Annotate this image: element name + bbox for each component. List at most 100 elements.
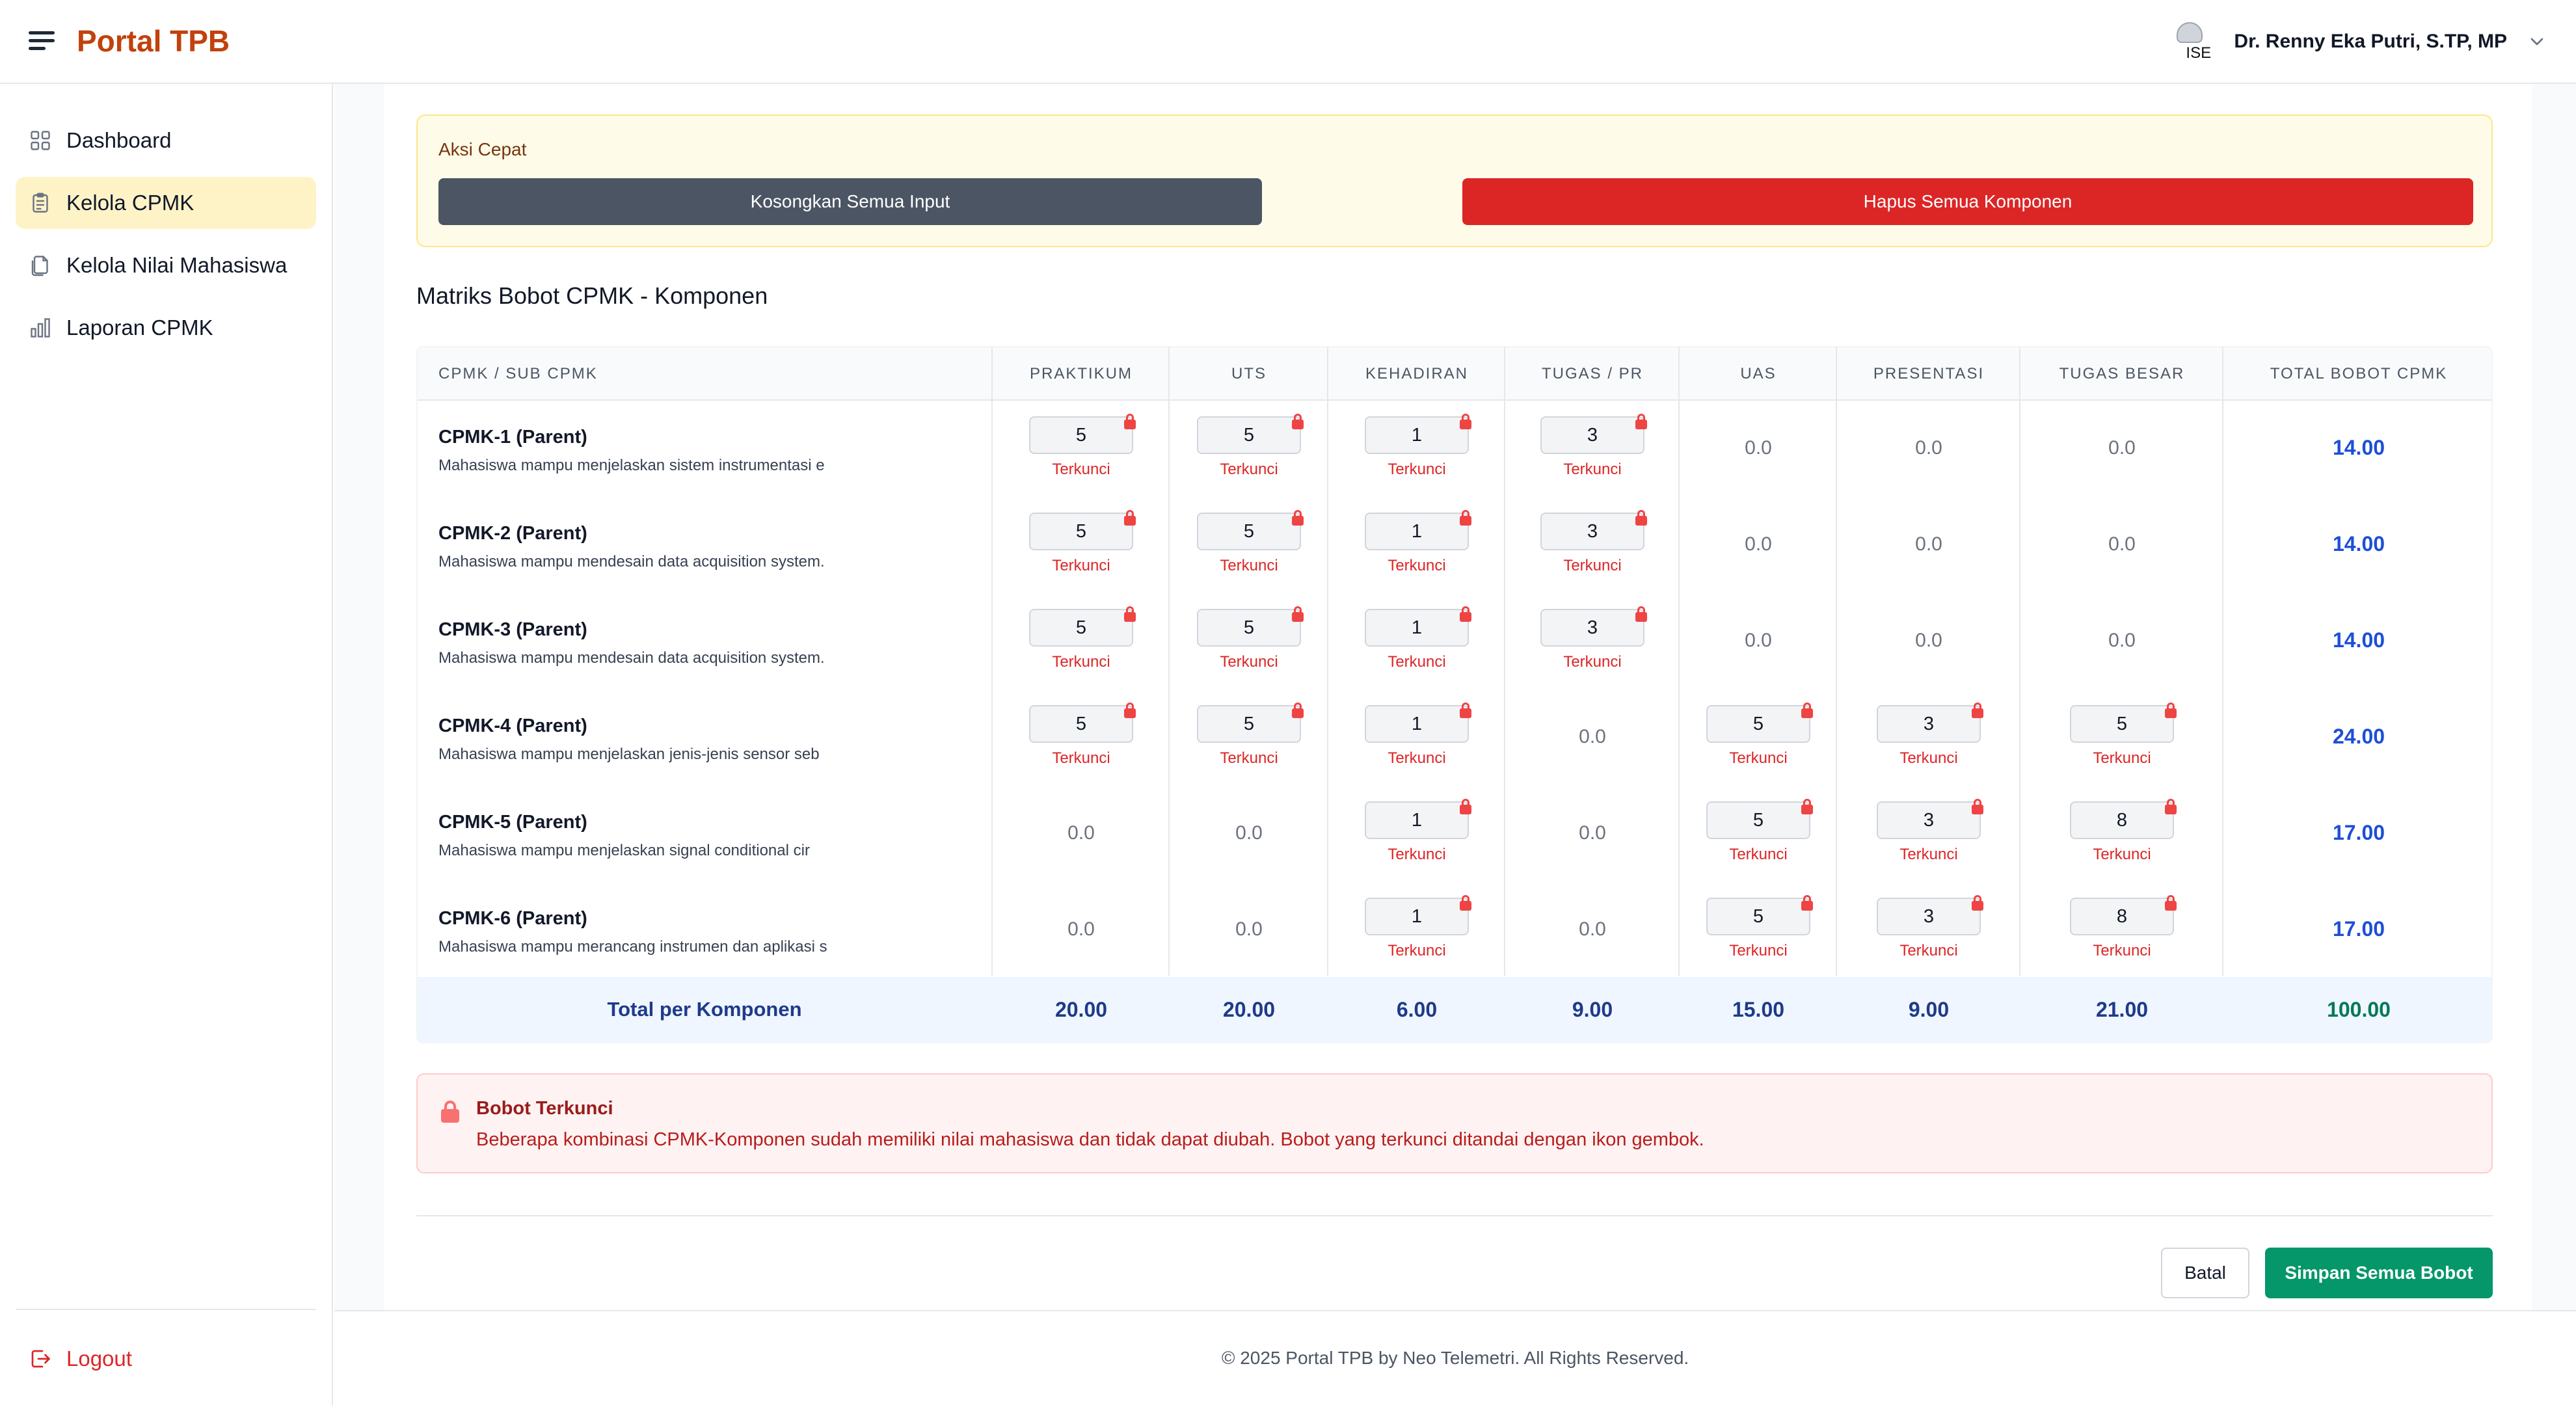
weight-input[interactable]: 5 bbox=[1197, 414, 1304, 454]
weight-input[interactable]: 5 bbox=[1706, 799, 1813, 839]
weight-value: 1 bbox=[1411, 809, 1423, 831]
top-bar: Portal TPB ISE Dr. Renny Eka Putri, S.TP… bbox=[0, 0, 2576, 84]
weight-cell: 1 Terkunci bbox=[1328, 882, 1505, 978]
weight-cell: 8 Terkunci bbox=[2020, 786, 2223, 882]
cpmk-description: Mahasiswa mampu menjelaskan jenis-jenis … bbox=[438, 745, 820, 763]
cpmk-description: Mahasiswa mampu menjelaskan sistem instr… bbox=[438, 457, 825, 474]
sidebar-item-kelola-cpmk[interactable]: Kelola CPMK bbox=[16, 177, 316, 229]
weight-value: 5 bbox=[1075, 713, 1087, 734]
weight-cell: 1 Terkunci bbox=[1328, 689, 1505, 786]
locked-label: Terkunci bbox=[1899, 846, 1958, 863]
row-total: 17.00 bbox=[2332, 917, 2385, 941]
weight-input[interactable]: 5 bbox=[1197, 510, 1304, 550]
locked-label: Terkunci bbox=[1388, 557, 1446, 574]
clear-all-inputs-button[interactable]: Kosongkan Semua Input bbox=[438, 178, 1262, 225]
cpmk-description: Mahasiswa mampu merancang instrumen dan … bbox=[438, 938, 827, 956]
weight-cell: 0.0 bbox=[1837, 401, 2020, 497]
cpmk-name: CPMK-6 (Parent) bbox=[438, 908, 587, 929]
weight-value: 5 bbox=[1243, 713, 1255, 734]
weight-input[interactable]: 3 bbox=[1877, 895, 1983, 935]
column-divider bbox=[1504, 347, 1505, 976]
quick-actions-panel: Aksi Cepat Kosongkan Semua Input Hapus S… bbox=[416, 114, 2493, 247]
row-total: 14.00 bbox=[2332, 532, 2385, 555]
weight-input[interactable]: 5 bbox=[2070, 702, 2177, 743]
weight-input[interactable]: 5 bbox=[1029, 606, 1136, 647]
lock-icon bbox=[1801, 702, 1813, 718]
column-divider bbox=[1168, 347, 1170, 976]
column-total: 21.00 bbox=[2095, 997, 2149, 1021]
weight-input[interactable]: 3 bbox=[1877, 702, 1983, 743]
weight-value: 3 bbox=[1587, 617, 1598, 638]
weight-input[interactable]: 1 bbox=[1365, 510, 1471, 550]
column-total: 9.00 bbox=[1572, 997, 1613, 1021]
weight-value: 5 bbox=[1075, 617, 1087, 638]
locked-label: Terkunci bbox=[1729, 846, 1788, 863]
weight-input[interactable]: 5 bbox=[1706, 702, 1813, 743]
weight-input[interactable]: 1 bbox=[1365, 606, 1471, 647]
weight-input[interactable]: 5 bbox=[1197, 702, 1304, 743]
avatar-alt-text: ISE bbox=[2186, 44, 2212, 61]
weight-input[interactable]: 5 bbox=[1029, 414, 1136, 454]
weight-cell: 8 Terkunci bbox=[2020, 882, 2223, 978]
weight-input[interactable]: 1 bbox=[1365, 702, 1471, 743]
sidebar-item-laporan-cpmk[interactable]: Laporan CPMK bbox=[16, 302, 316, 354]
column-header-total: TOTAL BOBOT CPMK bbox=[2270, 365, 2448, 382]
weight-input[interactable]: 3 bbox=[1877, 799, 1983, 839]
weight-input[interactable]: 1 bbox=[1365, 799, 1471, 839]
weight-input[interactable]: 5 bbox=[1706, 895, 1813, 935]
sidebar-item-kelola-nilai[interactable]: Kelola Nilai Mahasiswa bbox=[16, 239, 316, 291]
divider bbox=[416, 1215, 2493, 1216]
sidebar-item-label: Dashboard bbox=[66, 128, 172, 152]
table-row: CPMK-6 (Parent) Mahasiswa mampu merancang… bbox=[418, 882, 2491, 978]
lock-icon bbox=[1635, 510, 1647, 526]
grand-total: 100.00 bbox=[2327, 997, 2391, 1021]
locked-label: Terkunci bbox=[1052, 749, 1110, 767]
weight-input[interactable]: 1 bbox=[1365, 895, 1471, 935]
user-menu[interactable]: ISE Dr. Renny Eka Putri, S.TP, MP bbox=[2177, 21, 2547, 62]
weight-value: 1 bbox=[1411, 905, 1423, 927]
row-total: 14.00 bbox=[2332, 436, 2385, 459]
weight-cell: 3 Terkunci bbox=[1505, 593, 1680, 689]
column-divider bbox=[1678, 347, 1680, 976]
column-header: PRESENTASI bbox=[1873, 365, 1985, 382]
logout-button[interactable]: Logout bbox=[16, 1333, 132, 1385]
column-divider bbox=[1836, 347, 1837, 976]
locked-label: Terkunci bbox=[2093, 942, 2151, 959]
weight-value: 3 bbox=[1587, 424, 1598, 446]
footer-total-label: Total per Komponen bbox=[607, 998, 802, 1021]
weight-input[interactable]: 1 bbox=[1365, 414, 1471, 454]
lock-icon bbox=[1124, 414, 1136, 429]
weight-value: 5 bbox=[2116, 713, 2128, 734]
delete-all-components-button[interactable]: Hapus Semua Komponen bbox=[1462, 178, 2473, 225]
weight-value: 5 bbox=[1752, 809, 1764, 831]
locked-label: Terkunci bbox=[1388, 942, 1446, 959]
weight-input[interactable]: 8 bbox=[2070, 895, 2177, 935]
cancel-button[interactable]: Batal bbox=[2161, 1248, 2249, 1298]
weight-input[interactable]: 5 bbox=[1197, 606, 1304, 647]
weight-input[interactable]: 3 bbox=[1540, 414, 1647, 454]
lock-icon bbox=[1292, 702, 1304, 718]
table-header: CPMK / SUB CPMK PRAKTIKUM UTS KEHADIRAN TUGA… bbox=[418, 347, 2491, 401]
column-header: KEHADIRAN bbox=[1365, 365, 1469, 382]
weight-cell: 1 Terkunci bbox=[1328, 401, 1505, 497]
clipboard-icon bbox=[33, 193, 48, 213]
weight-input[interactable]: 3 bbox=[1540, 606, 1647, 647]
lock-icon bbox=[1801, 799, 1813, 814]
menu-toggle-icon[interactable] bbox=[29, 30, 55, 52]
weight-cell: 5 Terkunci bbox=[993, 593, 1170, 689]
sidebar-item-dashboard[interactable]: Dashboard bbox=[16, 114, 316, 167]
weight-cell: 0.0 bbox=[1837, 497, 2020, 593]
weight-input[interactable]: 5 bbox=[1029, 702, 1136, 743]
footer-copyright: © 2025 Portal TPB by Neo Telemetri. All … bbox=[1221, 1348, 1689, 1368]
bar-chart-icon bbox=[31, 318, 50, 338]
weight-input[interactable]: 5 bbox=[1029, 510, 1136, 550]
column-header: TUGAS / PR bbox=[1541, 365, 1644, 382]
locked-label: Terkunci bbox=[1563, 653, 1622, 671]
weight-input[interactable]: 8 bbox=[2070, 799, 2177, 839]
save-all-weights-button[interactable]: Simpan Semua Bobot bbox=[2265, 1248, 2493, 1298]
weight-input[interactable]: 3 bbox=[1540, 510, 1647, 550]
weight-value-empty: 0.0 bbox=[1579, 822, 1606, 844]
weight-cell: 1 Terkunci bbox=[1328, 786, 1505, 882]
cpmk-name: CPMK-4 (Parent) bbox=[438, 716, 587, 736]
app-title[interactable]: Portal TPB bbox=[77, 23, 230, 59]
